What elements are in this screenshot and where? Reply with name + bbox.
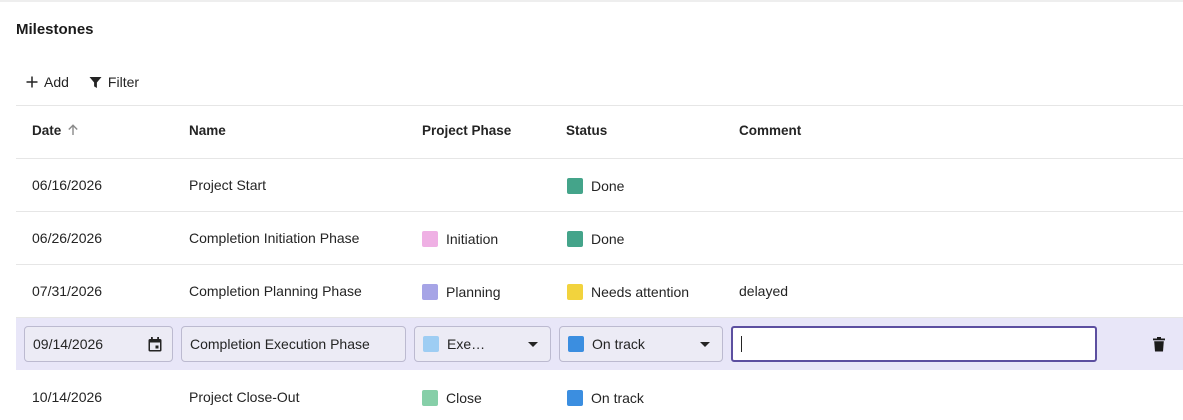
row-date: 10/14/2026 [32,389,103,405]
row-status: Done [567,176,624,196]
row-phase-label: Close [446,390,482,406]
phase-swatch [423,336,439,352]
row-comment: delayed [739,283,789,299]
row-status-label: Done [591,231,625,247]
status-swatch [567,231,583,247]
grid-top-line [16,105,1183,106]
row-status-label: Needs attention [591,284,690,300]
page-title: Milestones [16,21,94,38]
status-swatch [567,178,583,194]
text-cursor [741,336,742,352]
comment-input[interactable] [731,326,1097,362]
phase-swatch [422,390,438,406]
calendar-icon[interactable] [148,337,162,352]
row-divider [16,158,1183,159]
filter-label: Filter [107,74,140,90]
name-input-value: Completion Execution Phase [190,336,370,352]
row-date: 06/26/2026 [32,230,103,246]
column-header-status[interactable]: Status [566,121,607,139]
name-input[interactable]: Completion Execution Phase [181,326,406,362]
row-phase: Close [422,388,482,408]
plus-icon [26,76,38,88]
row-status-label: On track [591,390,644,406]
add-label: Add [44,74,69,90]
phase-select-value: Exe… [447,336,486,352]
row-status: Done [567,229,624,249]
date-input-value: 09/14/2026 [33,336,104,352]
toolbar: Add Filter [16,70,149,94]
filter-button[interactable]: Filter [79,70,149,94]
trash-icon[interactable] [1153,337,1165,352]
column-header-date-label: Date [32,122,62,138]
add-button[interactable]: Add [16,70,79,94]
column-header-date[interactable]: Date [32,121,79,139]
row-phase-label: Planning [446,284,501,300]
row-name: Project Start [189,177,267,193]
row-phase-label: Initiation [446,231,499,247]
phase-select[interactable]: Exe… [414,326,551,362]
row-date: 06/16/2026 [32,177,103,193]
status-select[interactable]: On track [559,326,723,362]
status-swatch [568,336,584,352]
status-swatch [567,284,583,300]
column-header-comment[interactable]: Comment [739,121,801,139]
row-divider [16,211,1183,212]
status-select-value: On track [592,336,645,352]
row-name: Project Close-Out [189,389,300,405]
row-phase: Planning [422,282,501,302]
row-name: Completion Planning Phase [189,283,362,299]
chevron-down-icon [700,342,710,347]
row-divider [16,264,1183,265]
funnel-icon [89,76,102,89]
status-swatch [567,390,583,406]
phase-swatch [422,231,438,247]
row-status-label: Done [591,178,625,194]
row-name: Completion Initiation Phase [189,230,360,246]
chevron-down-icon [528,342,538,347]
arrow-up-icon [67,124,79,136]
row-date: 07/31/2026 [32,283,103,299]
row-status: On track [567,388,644,408]
phase-swatch [422,284,438,300]
row-phase: Initiation [422,229,498,249]
column-header-name[interactable]: Name [189,121,226,139]
column-header-phase[interactable]: Project Phase [422,121,511,139]
top-border [0,0,1183,2]
row-status: Needs attention [567,282,689,302]
date-input[interactable]: 09/14/2026 [24,326,173,362]
